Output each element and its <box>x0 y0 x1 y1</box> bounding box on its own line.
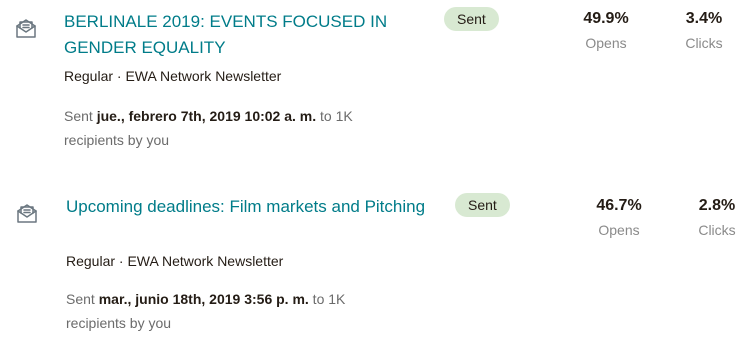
campaign-meta: Regular · EWA Network Newsletter <box>66 253 284 269</box>
clicks-label: Clicks <box>685 35 723 51</box>
opens-value: 46.7% <box>596 197 642 214</box>
clicks-label: Clicks <box>698 222 736 238</box>
email-campaign-icon <box>16 202 38 224</box>
opens-stat: 46.7% Opens <box>591 196 647 239</box>
opens-value: 49.9% <box>583 10 629 27</box>
clicks-value: 2.8% <box>698 197 736 214</box>
opens-label: Opens <box>585 35 627 51</box>
clicks-stat: 3.4% Clicks <box>680 9 728 52</box>
opens-stat: 49.9% Opens <box>578 9 634 52</box>
sent-prefix: Sent <box>64 108 97 124</box>
sent-date: jue., febrero 7th, 2019 10:02 a. m. <box>96 108 317 124</box>
sent-info: Sent mar., junio 18th, 2019 3:56 p. m. t… <box>66 287 406 335</box>
sent-date: mar., junio 18th, 2019 3:56 p. m. <box>98 291 309 307</box>
campaign-title-link[interactable]: Upcoming deadlines: Film markets and Pit… <box>66 194 426 220</box>
campaign-title-link[interactable]: BERLINALE 2019: EVENTS FOCUSED IN GENDER… <box>64 9 424 61</box>
clicks-stat: 2.8% Clicks <box>693 196 741 239</box>
opens-label: Opens <box>598 222 640 238</box>
campaign-meta: Regular · EWA Network Newsletter <box>64 68 282 84</box>
status-badge: Sent <box>455 193 510 217</box>
sent-info: Sent jue., febrero 7th, 2019 10:02 a. m.… <box>64 104 404 152</box>
campaign-row[interactable]: BERLINALE 2019: EVENTS FOCUSED IN GENDER… <box>0 0 747 160</box>
clicks-value: 3.4% <box>685 10 723 27</box>
status-badge: Sent <box>444 7 499 31</box>
campaign-row[interactable]: Upcoming deadlines: Film markets and Pit… <box>0 184 747 344</box>
email-campaign-icon <box>15 17 37 39</box>
sent-prefix: Sent <box>66 291 99 307</box>
